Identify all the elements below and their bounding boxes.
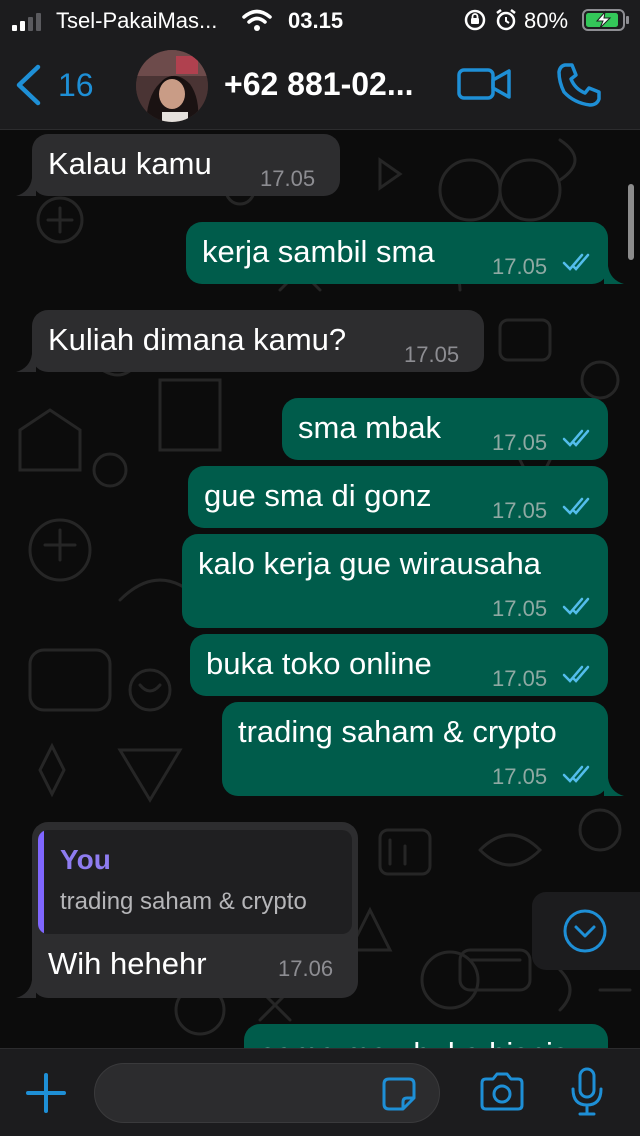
scroll-to-bottom-button[interactable] <box>532 892 640 970</box>
battery-percentage: 80% <box>524 8 569 33</box>
message-text: Kalau kamu <box>48 146 212 181</box>
read-ticks-icon <box>562 497 590 515</box>
message-bubble-outgoing[interactable]: kalo kerja gue wirausaha 17.05 <box>182 534 608 628</box>
unread-count: 16 <box>58 66 94 103</box>
back-button[interactable]: 16 <box>14 62 94 108</box>
bubble-tail <box>16 980 36 998</box>
message-time: 17.05 <box>492 430 548 455</box>
avatar[interactable] <box>136 50 208 122</box>
message-time: 17.05 <box>404 342 460 367</box>
message-time: 17.05 <box>260 166 316 191</box>
message-bubble-reply[interactable]: You trading saham & crypto Wih hehehr 17… <box>32 822 358 998</box>
message-text: Kuliah dimana kamu? <box>48 322 347 357</box>
sticker-icon[interactable] <box>381 1076 417 1112</box>
read-ticks-icon <box>562 597 590 615</box>
wifi-icon <box>242 9 272 31</box>
message-bubble-outgoing[interactable]: buka toko online 17.05 <box>190 634 608 696</box>
message-text: sma mbak <box>298 410 441 445</box>
message-time: 17.06 <box>278 956 334 981</box>
message-text: trading saham & crypto <box>238 714 557 749</box>
chevron-left-icon <box>16 64 41 106</box>
message-time: 17.05 <box>492 666 548 691</box>
plus-icon[interactable] <box>24 1071 68 1115</box>
message-bubble-outgoing[interactable]: sama mau buka bisnis <box>244 1024 608 1048</box>
signal-icon <box>12 13 41 31</box>
contact-name[interactable]: +62 881-02... <box>224 66 413 103</box>
bubble-tail <box>16 178 36 196</box>
message-time: 17.05 <box>492 764 548 789</box>
message-input-bar <box>0 1048 640 1136</box>
phone-call-icon[interactable] <box>556 62 602 108</box>
message-time: 17.05 <box>492 254 548 279</box>
read-ticks-icon <box>562 765 590 783</box>
message-bubble-outgoing[interactable]: gue sma di gonz 17.05 <box>188 466 608 528</box>
chevron-down-circle-icon <box>563 909 607 953</box>
quote-text: trading saham & crypto <box>60 888 307 915</box>
quote-author: You <box>60 844 111 875</box>
bubble-tail <box>604 778 624 796</box>
message-bubble-incoming[interactable]: Kalau kamu 17.05 <box>32 134 340 196</box>
status-bar: Tsel-PakaiMas... 03.15 80% <box>0 0 640 40</box>
carrier-name: Tsel-PakaiMas... <box>56 8 218 33</box>
read-ticks-icon <box>562 253 590 271</box>
message-text: kerja sambil sma <box>202 234 435 269</box>
message-text: sama mau buka bisnis <box>260 1036 568 1048</box>
message-input[interactable] <box>94 1063 440 1123</box>
message-bubble-outgoing[interactable]: trading saham & crypto 17.05 <box>222 702 608 796</box>
read-ticks-icon <box>562 665 590 683</box>
read-ticks-icon <box>562 429 590 447</box>
battery-charging-icon <box>582 9 629 31</box>
profile-photo <box>136 50 208 122</box>
quoted-message[interactable]: You trading saham & crypto <box>38 830 352 934</box>
quote-accent-bar <box>38 830 44 934</box>
message-text: gue sma di gonz <box>204 478 432 513</box>
scrollbar[interactable] <box>628 184 634 260</box>
alarm-icon <box>496 9 516 31</box>
video-call-icon[interactable] <box>456 64 512 104</box>
message-bubble-outgoing[interactable]: kerja sambil sma 17.05 <box>186 222 608 284</box>
message-time: 17.05 <box>492 596 548 621</box>
message-text: kalo kerja gue wirausaha <box>198 546 541 581</box>
rotation-lock-icon <box>464 9 486 31</box>
message-time: 17.05 <box>492 498 548 523</box>
camera-icon[interactable] <box>478 1071 526 1113</box>
chat-area[interactable]: Kalau kamu 17.05 kerja sambil sma 17.05 … <box>0 130 640 1048</box>
message-bubble-incoming[interactable]: Kuliah dimana kamu? 17.05 <box>32 310 484 372</box>
message-text: Wih hehehr <box>48 946 207 981</box>
chat-header: 16 +62 881-02... <box>0 40 640 130</box>
bubble-tail <box>604 266 624 284</box>
message-text: buka toko online <box>206 646 432 681</box>
bubble-tail <box>16 354 36 372</box>
microphone-icon[interactable] <box>570 1067 604 1117</box>
clock-time: 03.15 <box>288 8 344 33</box>
message-bubble-outgoing[interactable]: sma mbak 17.05 <box>282 398 608 460</box>
